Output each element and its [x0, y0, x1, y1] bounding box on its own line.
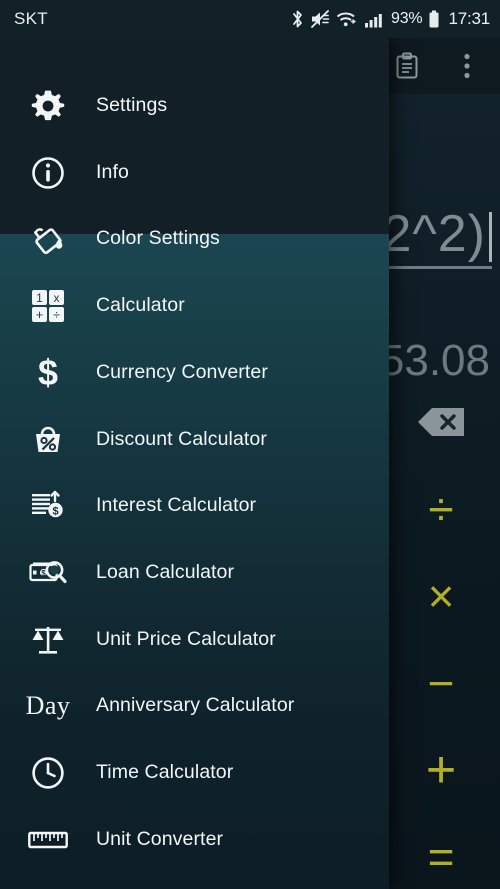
balance-scale-icon	[0, 606, 96, 673]
drawer-item-color-settings[interactable]: Color Settings	[0, 205, 389, 272]
more-vertical-icon-svg	[464, 53, 470, 79]
info-circle-icon-svg	[32, 156, 64, 189]
clock-icon-svg	[32, 756, 64, 789]
drawer-item-anniversary-calculator[interactable]: Day Anniversary Calculator	[0, 672, 389, 739]
drawer-item-label: Anniversary Calculator	[96, 694, 295, 716]
text-cursor	[489, 212, 492, 262]
navigation-drawer: Settings Info Color Settings 1 x + ÷ Cal…	[0, 38, 389, 889]
status-icons-group: 93% 17:31	[291, 9, 490, 29]
calculator-keypad-icon: 1 x + ÷	[0, 272, 96, 339]
mute-icon	[310, 9, 330, 29]
signal-icon	[364, 9, 384, 29]
multiply-key[interactable]: ×	[382, 552, 500, 639]
dollar-sign-icon-svg: $	[38, 354, 58, 392]
svg-text:$: $	[41, 569, 46, 578]
ruler-icon-svg	[28, 831, 68, 848]
svg-text:x: x	[54, 291, 60, 305]
drawer-item-list: Settings Info Color Settings 1 x + ÷ Cal…	[0, 38, 389, 889]
drawer-item-discount-calculator[interactable]: Discount Calculator	[0, 406, 389, 473]
backspace-key[interactable]	[382, 378, 500, 465]
day-text-icon-label: Day	[25, 690, 71, 720]
divide-key[interactable]: ÷	[382, 465, 500, 552]
drawer-item-label: Currency Converter	[96, 361, 268, 383]
bluetooth-icon	[291, 9, 304, 29]
drawer-item-unit-converter[interactable]: Unit Converter	[0, 806, 389, 873]
expression-text: 2^2)	[382, 205, 486, 263]
status-bar: SKT 93% 17:31	[0, 0, 500, 38]
paint-bucket-icon-svg	[33, 227, 63, 254]
drawer-item-loan-calculator[interactable]: $ Loan Calculator	[0, 539, 389, 606]
drawer-item-label: Calculator	[96, 294, 185, 316]
multiply-label: ×	[427, 569, 455, 622]
drawer-item-label: Time Calculator	[96, 761, 234, 783]
backspace-icon	[418, 407, 464, 436]
money-magnifier-icon: $	[0, 539, 96, 606]
drawer-item-calculator[interactable]: 1 x + ÷ Calculator	[0, 272, 389, 339]
equals-key[interactable]: =	[382, 813, 500, 889]
percent-bag-icon-svg	[36, 426, 60, 452]
ruler-icon	[0, 806, 96, 873]
drawer-item-label: Discount Calculator	[96, 428, 267, 450]
percent-bag-icon	[0, 406, 96, 473]
clipboard-icon[interactable]	[392, 49, 422, 83]
phone-screen: 2^2) 53.08 ÷ × − + = Settings Info Color…	[0, 0, 500, 889]
interest-growth-icon-svg: $	[32, 490, 63, 517]
battery-icon-svg	[429, 10, 439, 28]
drawer-item-unit-price-calculator[interactable]: Unit Price Calculator	[0, 606, 389, 673]
more-vertical-icon[interactable]	[452, 49, 482, 83]
divide-label: ÷	[428, 482, 454, 535]
gear-icon	[0, 72, 96, 139]
gear-icon-svg	[31, 90, 65, 120]
svg-text:$: $	[52, 505, 58, 517]
balance-scale-icon-svg	[32, 626, 64, 654]
clock-icon	[0, 739, 96, 806]
svg-text:$: $	[38, 354, 58, 392]
drawer-item-settings[interactable]: Settings	[0, 72, 389, 139]
battery-percent-label: 93%	[391, 10, 423, 27]
drawer-item-label: Loan Calculator	[96, 561, 235, 583]
drawer-item-interest-calculator[interactable]: $ Interest Calculator	[0, 472, 389, 539]
paint-bucket-icon	[0, 205, 96, 272]
drawer-item-label: Color Settings	[96, 227, 220, 249]
battery-icon	[428, 9, 440, 29]
carrier-label: SKT	[14, 9, 48, 28]
drawer-item-time-calculator[interactable]: Time Calculator	[0, 739, 389, 806]
money-magnifier-icon-svg: $	[29, 560, 67, 583]
expression-field[interactable]: 2^2)	[382, 204, 492, 269]
bluetooth-icon-svg	[293, 10, 302, 28]
svg-text:÷: ÷	[53, 308, 60, 322]
drawer-item-currency-converter[interactable]: $ Currency Converter	[0, 339, 389, 406]
minus-key[interactable]: −	[382, 639, 500, 726]
svg-text:1: 1	[36, 291, 43, 305]
clipboard-icon-svg	[396, 52, 418, 79]
plus-label: +	[425, 740, 457, 799]
drawer-item-info[interactable]: Info	[0, 139, 389, 206]
drawer-item-tip-calculator[interactable]: Tip Calculator	[0, 873, 389, 889]
drawer-item-label: Interest Calculator	[96, 494, 257, 516]
signal-icon-svg	[365, 14, 382, 28]
drawer-item-label: Unit Converter	[96, 828, 224, 850]
drawer-item-label: Settings	[96, 94, 168, 116]
plus-key[interactable]: +	[382, 726, 500, 813]
dollar-sign-icon: $	[0, 339, 96, 406]
mute-icon-svg	[311, 10, 330, 28]
interest-growth-icon: $	[0, 472, 96, 539]
svg-text:+: +	[36, 307, 44, 322]
clock-label: 17:31	[448, 9, 490, 28]
drawer-item-label: Info	[96, 161, 129, 183]
calculator-keypad-icon-svg: 1 x + ÷	[32, 289, 64, 322]
info-circle-icon	[0, 139, 96, 206]
equals-label: =	[427, 830, 455, 883]
day-text-icon: Day	[0, 672, 96, 739]
percent-person-icon	[0, 873, 96, 889]
minus-label: −	[427, 656, 455, 709]
wifi-icon	[336, 9, 358, 29]
wifi-icon-svg	[336, 12, 356, 27]
drawer-item-label: Unit Price Calculator	[96, 628, 276, 650]
